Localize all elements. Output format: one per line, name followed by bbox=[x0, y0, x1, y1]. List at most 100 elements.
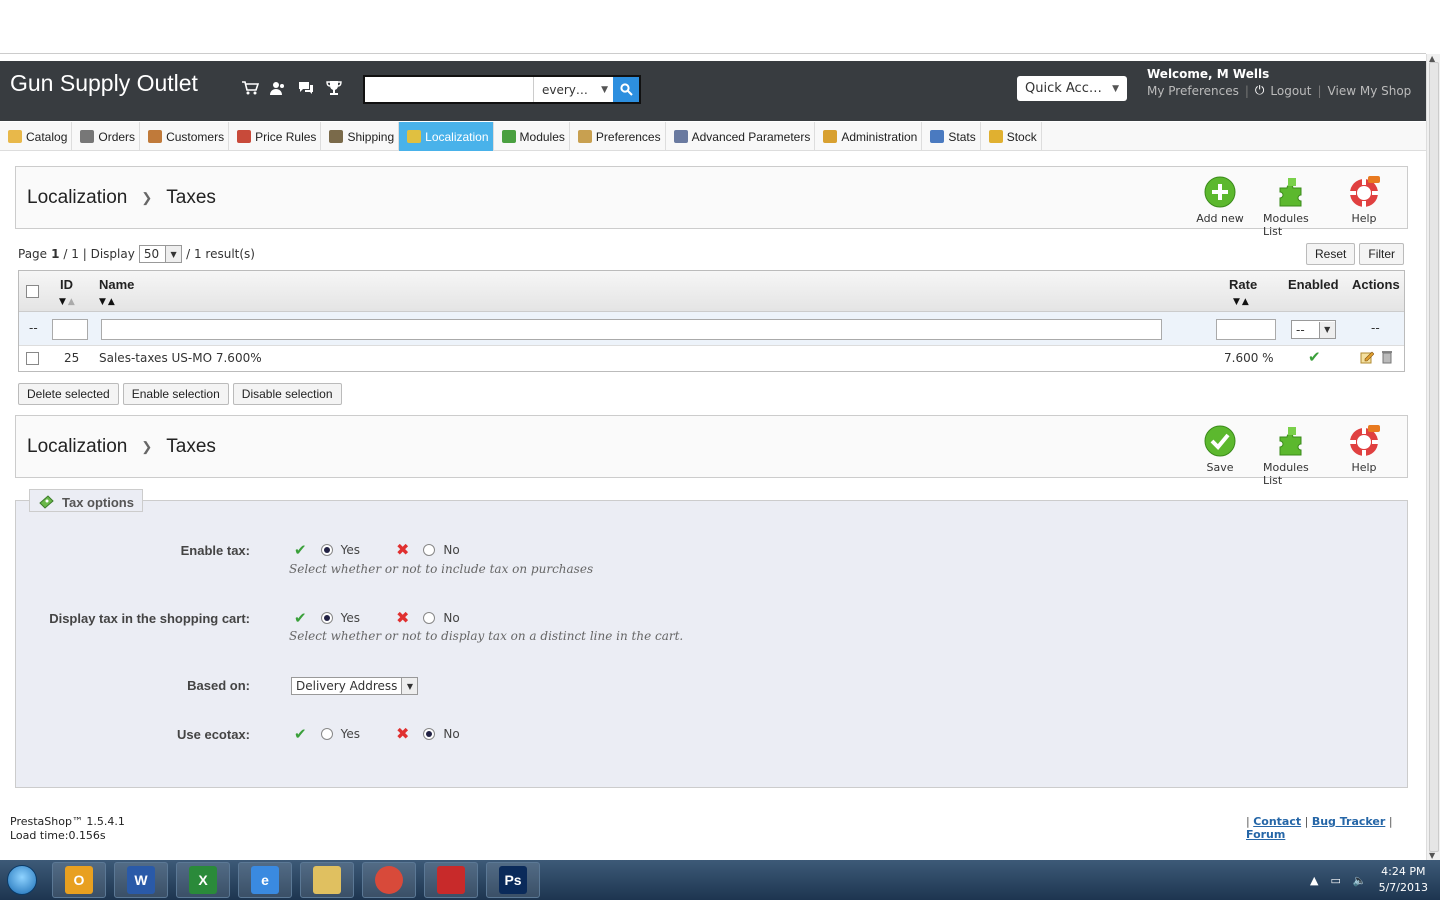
breadcrumb-localization[interactable]: Localization bbox=[27, 436, 127, 458]
search-button[interactable] bbox=[613, 77, 639, 102]
filter-dash: -- bbox=[29, 321, 38, 335]
taskbar-acrobat[interactable] bbox=[424, 862, 478, 898]
start-button[interactable] bbox=[0, 860, 44, 900]
page-toolbar: Localization ❯ Taxes Add new Modules Lis… bbox=[15, 166, 1408, 238]
filter-rate-input[interactable] bbox=[1216, 319, 1276, 340]
taskbar-explorer[interactable] bbox=[300, 862, 354, 898]
tab-orders[interactable]: Orders bbox=[72, 122, 141, 151]
sort-id-icon[interactable]: ▼▲ bbox=[59, 297, 77, 307]
search-scope-select[interactable]: every… ▼ bbox=[533, 77, 613, 102]
help-label: Help bbox=[1351, 212, 1377, 225]
tab-price-rules[interactable]: Price Rules bbox=[229, 122, 322, 151]
delete-selected-button[interactable]: Delete selected bbox=[18, 383, 119, 405]
filter-name-input[interactable] bbox=[101, 319, 1162, 340]
search-input[interactable] bbox=[365, 77, 533, 102]
word-icon: W bbox=[127, 866, 155, 894]
volume-icon[interactable]: 🔈 bbox=[1353, 874, 1367, 887]
system-tray: ▲ ▭ 🔈 4:24 PM 5/7/2013 bbox=[1310, 864, 1428, 896]
bug-tracker-link[interactable]: Bug Tracker bbox=[1312, 815, 1386, 828]
customers-icon[interactable] bbox=[269, 79, 287, 97]
ecotax-yes-label: Yes bbox=[340, 726, 360, 741]
view-shop-link[interactable]: View My Shop bbox=[1328, 84, 1412, 98]
ecotax-no-label: No bbox=[443, 726, 460, 741]
vertical-scrollbar[interactable]: ▲ ▼ bbox=[1426, 54, 1440, 860]
taskbar-ie[interactable]: e bbox=[238, 862, 292, 898]
sort-name-icon[interactable]: ▼▲ bbox=[99, 297, 117, 307]
filter-enabled-select[interactable]: -- ▼ bbox=[1291, 320, 1336, 339]
contact-link[interactable]: Contact bbox=[1253, 815, 1301, 828]
tab-stock[interactable]: Stock bbox=[981, 122, 1042, 151]
no-cross-icon: ✖ bbox=[395, 540, 410, 559]
lifebuoy-icon bbox=[1350, 176, 1380, 207]
quick-access-label: Quick Acc… bbox=[1025, 81, 1102, 96]
row-checkbox[interactable] bbox=[26, 352, 39, 365]
shop-name[interactable]: Gun Supply Outlet bbox=[10, 70, 198, 97]
folder-icon bbox=[8, 130, 22, 143]
modules-list-button[interactable]: Modules List bbox=[1263, 425, 1321, 487]
taskbar-chrome[interactable] bbox=[362, 862, 416, 898]
tray-expand-icon[interactable]: ▲ bbox=[1310, 874, 1318, 887]
tab-customers[interactable]: Customers bbox=[140, 122, 230, 151]
tab-modules[interactable]: Modules bbox=[494, 122, 570, 151]
taskbar-word[interactable]: W bbox=[114, 862, 168, 898]
per-page-select[interactable]: 50 ▼ bbox=[138, 245, 183, 263]
based-on-select[interactable]: Delivery Address ▼ bbox=[291, 677, 419, 695]
enable-tax-no-radio[interactable] bbox=[423, 543, 436, 556]
logout-link[interactable]: Logout bbox=[1270, 84, 1311, 98]
puzzle-icon bbox=[1279, 178, 1302, 207]
tab-preferences[interactable]: Preferences bbox=[570, 122, 666, 151]
display-tax-no-radio[interactable] bbox=[423, 611, 436, 624]
filter-button[interactable]: Filter bbox=[1359, 243, 1405, 265]
taskbar-outlook[interactable]: O bbox=[52, 862, 106, 898]
cart-icon[interactable] bbox=[241, 79, 259, 97]
help-button[interactable]: Help bbox=[1335, 425, 1393, 487]
quick-access-select[interactable]: Quick Acc… ▼ bbox=[1017, 76, 1127, 101]
tab-catalog[interactable]: Catalog bbox=[0, 122, 73, 151]
save-button[interactable]: Save bbox=[1191, 425, 1249, 487]
display-tax-yes-label: Yes bbox=[340, 610, 360, 625]
my-preferences-link[interactable]: My Preferences bbox=[1147, 84, 1239, 98]
taskbar-photoshop[interactable]: Ps bbox=[486, 862, 540, 898]
tab-advanced-parameters[interactable]: Advanced Parameters bbox=[666, 122, 816, 151]
filter-id-input[interactable] bbox=[52, 319, 88, 340]
enable-tax-yes-radio[interactable] bbox=[320, 543, 333, 556]
disable-selection-button[interactable]: Disable selection bbox=[232, 383, 342, 405]
tab-label: Preferences bbox=[595, 129, 661, 144]
modules-list-button[interactable]: Modules List bbox=[1263, 176, 1321, 238]
table-row[interactable]: 25 Sales-taxes US-MO 7.600% 7.600 % ✔ bbox=[19, 346, 1404, 371]
tab-localization[interactable]: Localization bbox=[399, 122, 494, 151]
display-tax-yes-radio[interactable] bbox=[320, 611, 333, 624]
enabled-check-icon[interactable]: ✔ bbox=[1308, 348, 1321, 366]
tab-stats[interactable]: Stats bbox=[922, 122, 981, 151]
edit-icon[interactable] bbox=[1360, 350, 1375, 367]
messages-icon[interactable] bbox=[297, 79, 315, 97]
user-icon bbox=[148, 130, 163, 143]
admin-header: Gun Supply Outlet every… ▼ Quick Acc… ▼ … bbox=[0, 61, 1426, 121]
select-all-checkbox[interactable] bbox=[26, 285, 39, 298]
ecotax-yes-radio[interactable] bbox=[320, 727, 333, 740]
enable-selection-button[interactable]: Enable selection bbox=[122, 383, 229, 405]
options-toolbar: Localization ❯ Taxes Save Modules List H… bbox=[15, 415, 1408, 487]
cart-icon bbox=[80, 130, 95, 143]
row-name: Sales-taxes US-MO 7.600% bbox=[99, 351, 262, 365]
taskbar-excel[interactable]: X bbox=[176, 862, 230, 898]
trophy-icon[interactable] bbox=[325, 79, 343, 97]
network-icon[interactable]: ▭ bbox=[1330, 874, 1340, 887]
pagination: Page 1 / 1 | Display 50 ▼ / 1 result(s) bbox=[18, 245, 255, 263]
ecotax-no-radio[interactable] bbox=[423, 727, 436, 740]
clock[interactable]: 4:24 PM 5/7/2013 bbox=[1379, 864, 1428, 896]
tab-administration[interactable]: Administration bbox=[815, 122, 923, 151]
add-new-button[interactable]: Add new bbox=[1191, 176, 1249, 238]
help-button[interactable]: Help bbox=[1335, 176, 1393, 238]
breadcrumb-localization[interactable]: Localization bbox=[27, 187, 127, 209]
scroll-thumb[interactable] bbox=[1429, 62, 1439, 852]
tab-shipping[interactable]: Shipping bbox=[321, 122, 400, 151]
scroll-down-icon[interactable]: ▼ bbox=[1429, 851, 1435, 860]
sort-rate-icon[interactable]: ▼▲ bbox=[1233, 297, 1251, 307]
forum-link[interactable]: Forum bbox=[1246, 828, 1285, 841]
enable-tax-no-label: No bbox=[443, 542, 460, 557]
tab-label: Advanced Parameters bbox=[691, 129, 811, 144]
delete-icon[interactable] bbox=[1381, 350, 1393, 367]
reset-button[interactable]: Reset bbox=[1306, 243, 1356, 265]
tab-label: Shipping bbox=[347, 129, 395, 144]
